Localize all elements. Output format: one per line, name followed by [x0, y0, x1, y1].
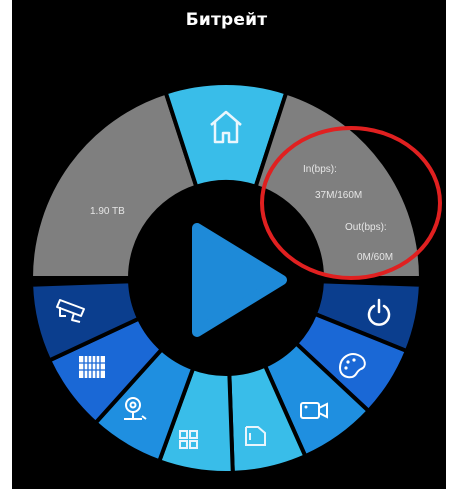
barcode-icon	[79, 356, 105, 378]
bitrate-in-label: In(bps):	[303, 164, 337, 175]
bitrate-out-value: 0M/60M	[357, 252, 393, 263]
bitrate-in-value: 37M/160M	[315, 190, 362, 201]
storage-value: 1.90 TB	[90, 206, 125, 217]
radial-menu: 1.90 TB In(bps): 37M/160M Out(bps): 0M/6…	[28, 81, 442, 475]
bitrate-out-label: Out(bps):	[345, 222, 387, 233]
